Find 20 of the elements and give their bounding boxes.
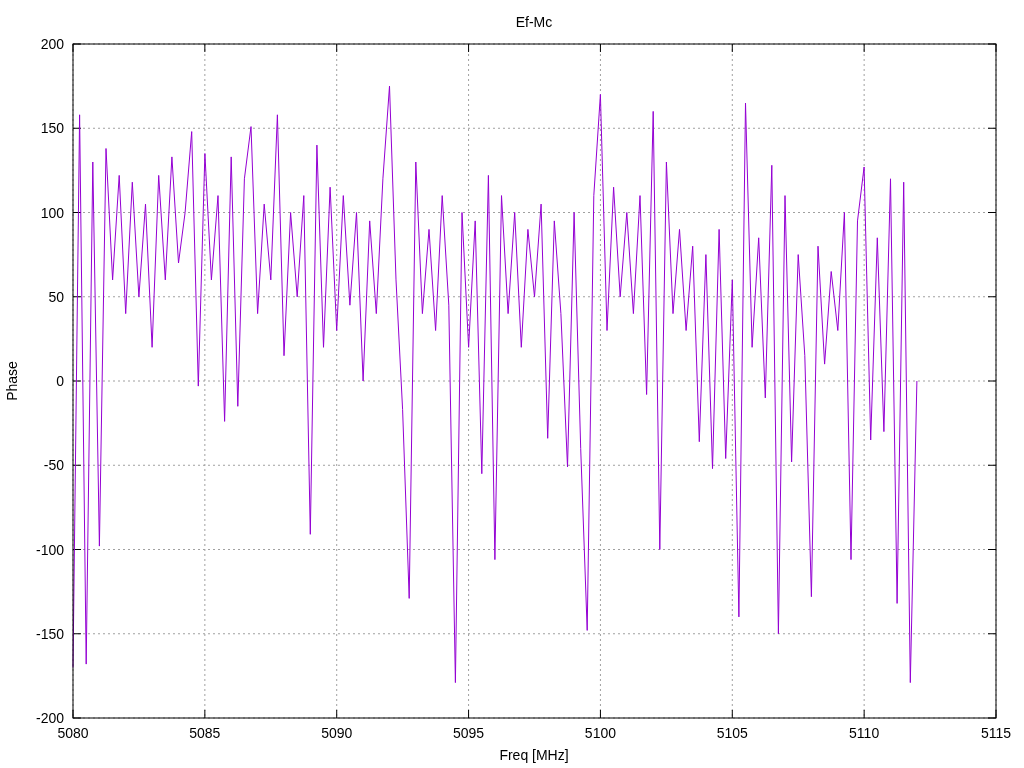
axis-label: Phase — [4, 361, 20, 401]
tick-label: -100 — [35, 541, 64, 558]
tick-label: 150 — [40, 120, 64, 137]
tick-label: 5115 — [980, 725, 1012, 741]
tick-label: 5110 — [849, 725, 880, 741]
tick-label: 5090 — [321, 725, 353, 741]
chart-title: Ef-Mc — [515, 14, 553, 30]
tick-label: 5105 — [716, 725, 748, 741]
tick-label: 200 — [40, 36, 64, 52]
tick-label: -50 — [43, 457, 64, 474]
tick-label: 50 — [48, 288, 64, 305]
tick-label: 5085 — [189, 725, 221, 741]
tick-label: 5095 — [453, 725, 485, 741]
tick-label: 5100 — [584, 725, 616, 741]
tick-label: 0 — [56, 373, 64, 389]
tick-label: -150 — [35, 625, 64, 642]
tick-label: 100 — [40, 204, 64, 221]
tick-label: 5080 — [57, 725, 89, 741]
tick-label: -200 — [35, 710, 64, 726]
axis-label: Freq [MHz] — [499, 747, 569, 763]
